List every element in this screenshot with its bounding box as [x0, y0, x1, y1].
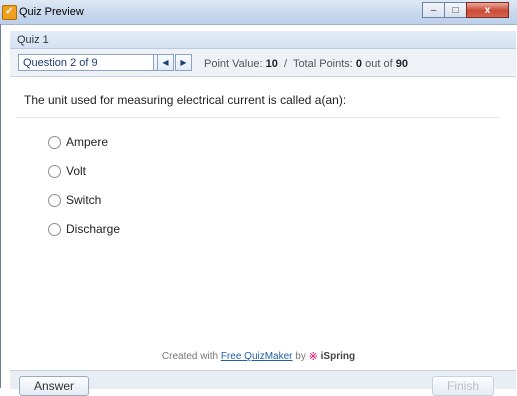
quiz-app-icon: ✓ — [2, 5, 17, 20]
answer-option-label[interactable]: Ampere — [66, 135, 108, 149]
question-selector[interactable]: Question 2 of 9 ▼ — [18, 54, 173, 71]
question-divider — [16, 117, 499, 118]
max-points-value: 90 — [395, 58, 408, 70]
credit-by: by — [295, 351, 306, 363]
points-summary: Point Value: 10 / Total Points: 0 out of… — [204, 58, 408, 70]
next-question-button[interactable]: ▶ — [175, 54, 192, 71]
answer-option-label[interactable]: Switch — [66, 193, 101, 207]
radio-button[interactable] — [48, 165, 61, 178]
finish-button[interactable]: Finish — [432, 376, 495, 396]
point-value: 10 — [265, 58, 278, 70]
total-points-label: Total Points: — [292, 58, 353, 70]
ispring-logo-icon: ※ — [308, 351, 318, 363]
question-text: The unit used for measuring electrical c… — [24, 93, 347, 107]
ispring-brand: iSpring — [320, 351, 356, 363]
window-title: Quiz Preview — [19, 6, 84, 18]
radio-button[interactable] — [48, 223, 61, 236]
previous-question-button[interactable]: ◀ — [157, 54, 174, 71]
maximize-button[interactable]: □ — [444, 2, 467, 18]
radio-button[interactable] — [48, 136, 61, 149]
answer-option-label[interactable]: Discharge — [66, 222, 120, 236]
quiz-title: Quiz 1 — [17, 34, 49, 46]
minimize-button[interactable]: – — [422, 2, 445, 18]
answer-button[interactable]: Answer — [19, 376, 90, 396]
point-value-label: Point Value: — [204, 58, 263, 70]
window-controls: – □ x — [422, 2, 509, 19]
points-separator: / — [283, 58, 288, 70]
close-button[interactable]: x — [466, 2, 509, 18]
out-of-text: out of — [365, 58, 393, 70]
question-selector-value: Question 2 of 9 — [23, 57, 98, 69]
credit-line: Created with Free QuizMaker by ※ iSpring — [0, 350, 517, 363]
quiz-header: Quiz 1 — [10, 31, 516, 49]
answer-option-label[interactable]: Volt — [66, 164, 86, 178]
radio-button[interactable] — [48, 194, 61, 207]
credit-prefix: Created with — [161, 351, 219, 363]
free-quizmaker-link[interactable]: Free QuizMaker — [221, 351, 293, 362]
total-points-value: 0 — [355, 58, 363, 70]
window-titlebar: ✓ Quiz Preview – □ x — [0, 0, 517, 25]
